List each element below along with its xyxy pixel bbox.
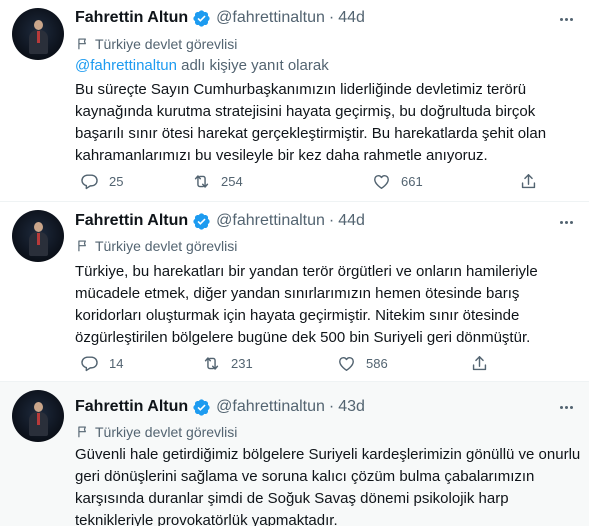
avatar[interactable] (12, 390, 64, 442)
tweet-text-line: mücadele etmek, diğer yandan sınırlarımı… (75, 285, 520, 302)
tweet-text-line: kaynağında kurutma stratejisini hayata g… (75, 103, 536, 120)
more-icon[interactable] (557, 10, 575, 28)
more-icon[interactable] (557, 398, 575, 416)
reply-context-suffix: adlı kişiye yanıt olarak (176, 57, 329, 74)
tweet-text-line: Türkiye, bu harekatları bir yandan terör… (75, 263, 538, 280)
timestamp[interactable]: 44d (338, 9, 365, 27)
share-icon (470, 354, 489, 373)
like-button[interactable]: 661 (372, 171, 423, 191)
heart-icon (372, 172, 391, 191)
flag-icon (76, 425, 90, 439)
heart-icon (337, 354, 356, 373)
tweet-1[interactable]: Fahrettin Altun @fahrettinaltun · 44d Tü… (0, 0, 589, 202)
tweet-text-line: geri dönüşlerini sağlama ve soruna kalıc… (75, 468, 535, 485)
tweet-2[interactable]: Fahrettin Altun @fahrettinaltun · 44d Tü… (0, 202, 589, 382)
verified-badge-icon (192, 212, 211, 231)
verified-badge-icon (192, 9, 211, 28)
retweet-count: 254 (221, 173, 243, 189)
separator: · (328, 9, 335, 26)
author-handle[interactable]: @fahrettinaltun (216, 9, 325, 27)
separator: · (328, 212, 335, 229)
avatar[interactable] (12, 8, 64, 60)
tweet-actions: 14 231 586 (75, 353, 545, 373)
reply-icon (80, 172, 99, 191)
retweet-count: 231 (231, 355, 253, 371)
share-button[interactable] (470, 353, 489, 373)
tweet-text-line: başarılı sınır ötesi harekat gerçekleşti… (75, 125, 547, 142)
reply-button[interactable]: 25 (80, 171, 123, 191)
retweet-icon (192, 172, 211, 191)
reply-context: @fahrettinaltun adlı kişiye yanıt olarak (75, 57, 329, 74)
tweet-text-line: Bu süreçte Sayın Cumhurbaşkanımızın lide… (75, 81, 527, 98)
retweet-button[interactable]: 231 (202, 353, 253, 373)
author-name[interactable]: Fahrettin Altun (75, 212, 188, 230)
more-icon[interactable] (557, 213, 575, 231)
author-name[interactable]: Fahrettin Altun (75, 398, 188, 416)
retweet-button[interactable]: 254 (192, 171, 243, 191)
tweet-text-line: kahramanlarımızı bu vesileyle bir kez da… (75, 147, 488, 164)
share-icon (519, 172, 538, 191)
author-handle[interactable]: @fahrettinaltun (216, 398, 325, 416)
timestamp[interactable]: 43d (338, 398, 365, 416)
timestamp[interactable]: 44d (338, 212, 365, 230)
tweet-header: Fahrettin Altun @fahrettinaltun · 43d (75, 396, 365, 418)
government-label: Türkiye devlet görevlisi (76, 35, 237, 53)
tweet-text-line: karşısında duranlar şimdi de Soğuk Savaş… (75, 490, 509, 507)
reply-count: 14 (109, 355, 124, 371)
author-name[interactable]: Fahrettin Altun (75, 9, 188, 27)
tweet-actions: 25 254 661 (75, 171, 545, 191)
flag-icon (76, 239, 90, 253)
author-handle[interactable]: @fahrettinaltun (216, 212, 325, 230)
government-label-text: Türkiye devlet görevlisi (95, 36, 238, 52)
government-label: Türkiye devlet görevlisi (76, 423, 237, 441)
reply-button[interactable]: 14 (80, 353, 123, 373)
tweet-3[interactable]: Fahrettin Altun @fahrettinaltun · 43d Tü… (0, 382, 589, 526)
share-button[interactable] (519, 171, 538, 191)
reply-count: 25 (109, 173, 124, 189)
tweet-text: Bu süreçte Sayın Cumhurbaşkanımızın lide… (75, 79, 575, 167)
reply-icon (80, 354, 99, 373)
like-button[interactable]: 586 (337, 353, 388, 373)
tweet-header: Fahrettin Altun @fahrettinaltun · 44d (75, 7, 365, 29)
separator: · (328, 398, 335, 415)
avatar[interactable] (12, 210, 64, 262)
flag-icon (76, 37, 90, 51)
tweet-text-line: Güvenli hale getirdiğimiz bölgelere Suri… (75, 446, 581, 463)
tweet-text-line: teknikleriyle provokatörlük yapmaktadır. (75, 512, 338, 526)
like-count: 586 (366, 355, 388, 371)
verified-badge-icon (192, 398, 211, 417)
government-label-text: Türkiye devlet görevlisi (95, 238, 238, 254)
tweet-text-line: koridorları oluşturmak için hayata geçir… (75, 307, 520, 324)
government-label: Türkiye devlet görevlisi (76, 237, 237, 255)
like-count: 661 (401, 173, 423, 189)
retweet-icon (202, 354, 221, 373)
tweet-header: Fahrettin Altun @fahrettinaltun · 44d (75, 210, 365, 232)
reply-mention-link[interactable]: @fahrettinaltun (75, 57, 177, 74)
tweet-text: Güvenli hale getirdiğimiz bölgelere Suri… (75, 444, 581, 526)
tweet-text: Türkiye, bu harekatları bir yandan terör… (75, 261, 575, 349)
government-label-text: Türkiye devlet görevlisi (95, 424, 238, 440)
tweet-text-line: özgürleştirilen bölgelere bugüne dek 500… (75, 329, 531, 346)
